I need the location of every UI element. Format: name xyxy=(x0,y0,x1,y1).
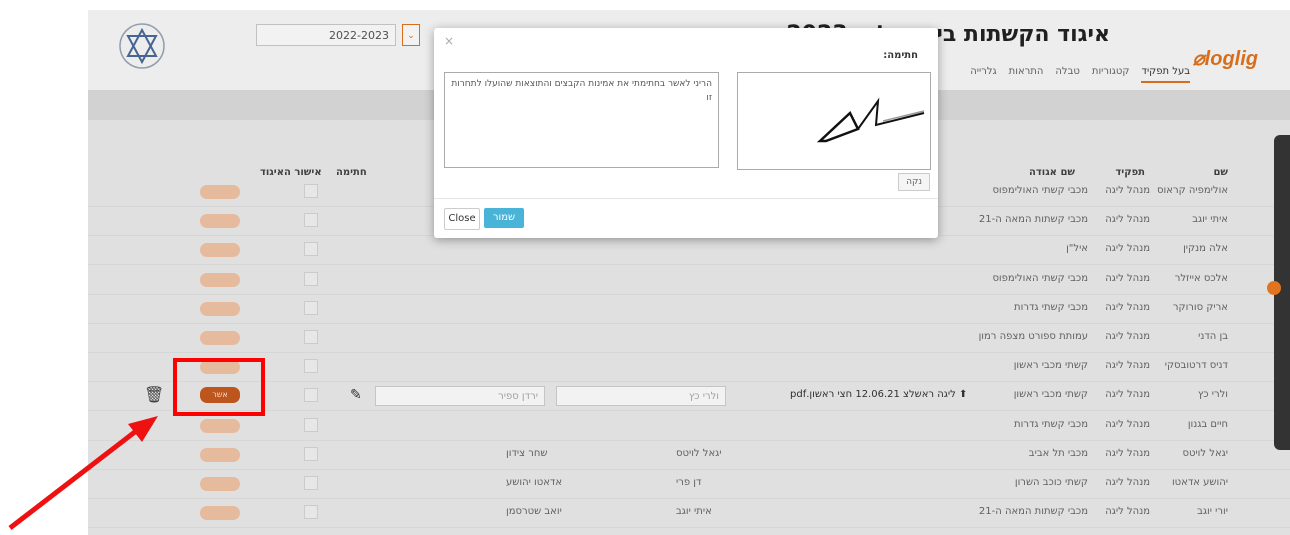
pointer-arrow xyxy=(8,416,158,530)
